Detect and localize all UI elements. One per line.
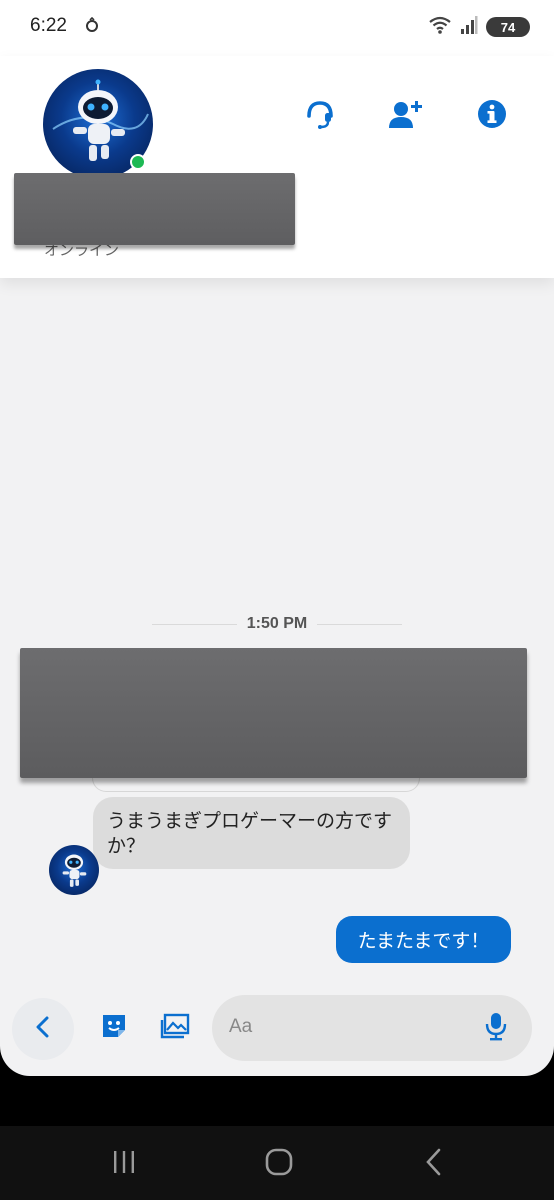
image-icon [160,1012,190,1044]
timestamp: 1:50 PM [246,615,308,632]
add-friend-icon [388,98,424,134]
redacted-message-outline [92,778,420,792]
outgoing-message-text: たまたまです！ [357,930,490,952]
status-bar: 6:22 74 [0,0,554,56]
info-icon [476,98,508,134]
wifi-icon [428,15,452,39]
back-button[interactable] [12,998,74,1060]
redacted-username [14,173,295,245]
mic-button[interactable] [480,1012,512,1044]
timestamp-divider: 1:50 PM [152,612,402,636]
message-composer: Aa [0,990,554,1068]
nav-back-button[interactable] [414,1144,454,1184]
redacted-message [20,648,527,778]
image-button[interactable] [159,1012,191,1044]
status-right: 74 [428,15,530,39]
add-friend-button[interactable] [386,96,426,136]
battery-icon: 74 [486,17,530,37]
headset-icon [304,98,336,134]
app-screen: 6:22 74 オンライン 1:50 PM うまうまぎプロゲーマーの方ですか？ … [0,0,554,1076]
divider-line [152,623,237,625]
sticker-icon [100,1012,128,1044]
mic-icon [484,1011,508,1045]
incoming-message-text: うまうまぎプロゲーマーの方ですか？ [107,810,393,857]
home-icon [264,1147,294,1181]
recent-apps-button[interactable] [104,1144,144,1184]
divider-line [317,623,402,625]
online-status-dot [130,154,146,170]
system-nav-bar [0,1126,554,1200]
incoming-message-bubble[interactable]: うまうまぎプロゲーマーの方ですか？ [93,797,410,869]
status-time: 6:22 [30,15,67,36]
notification-icon [84,16,100,33]
sticker-button[interactable] [98,1012,130,1044]
recent-apps-icon [111,1149,137,1179]
nav-back-icon [423,1147,445,1181]
outgoing-message-bubble[interactable]: たまたまです！ [336,916,511,963]
back-icon [33,1015,53,1043]
signal-icon [460,15,478,39]
message-input-placeholder: Aa [229,1016,253,1037]
home-button[interactable] [259,1144,299,1184]
info-button[interactable] [472,96,512,136]
sender-avatar[interactable] [49,845,99,895]
voice-chat-button[interactable] [300,96,340,136]
chat-header: オンライン [0,56,554,278]
message-input[interactable]: Aa [212,995,532,1061]
